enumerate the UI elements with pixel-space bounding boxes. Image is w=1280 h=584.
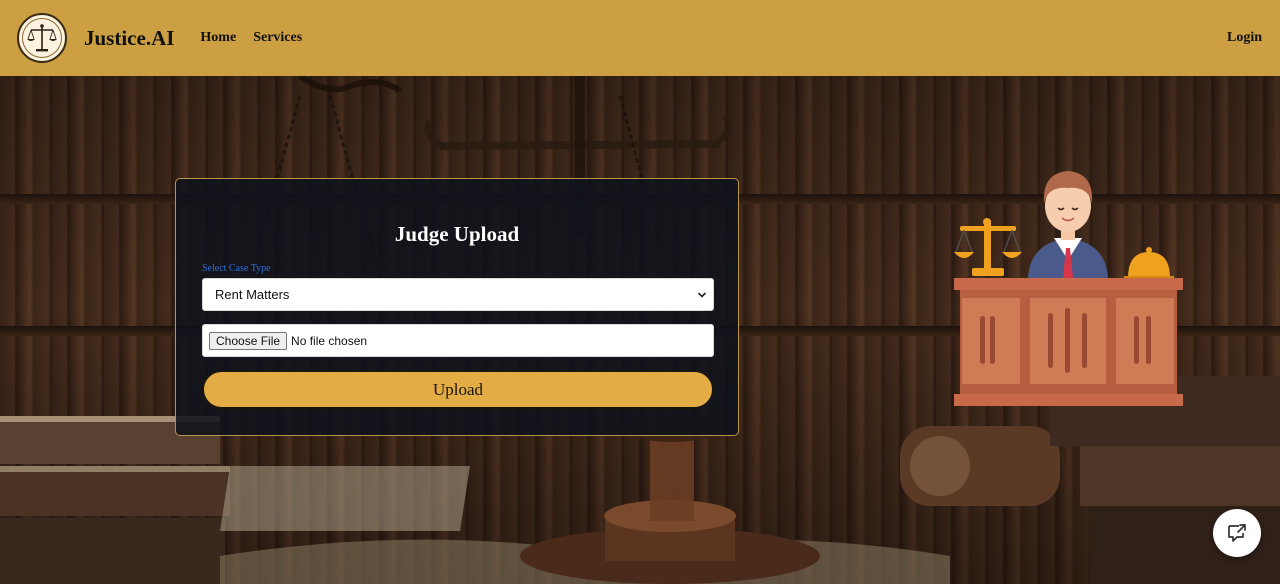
judge-illustration (954, 171, 1183, 406)
scales-icon (954, 218, 1022, 276)
login-link[interactable]: Login (1227, 30, 1262, 46)
case-type-selected-value: Rent Matters (215, 287, 290, 302)
judge-bench (954, 278, 1183, 406)
brand-name[interactable]: Justice.AI (84, 26, 174, 51)
bell-icon (1124, 247, 1174, 280)
chevron-down-icon (697, 291, 707, 298)
navbar: Justice.AI Home Services Login (0, 0, 1280, 76)
choose-file-button[interactable]: Choose File (209, 331, 288, 350)
chat-share-icon (1228, 524, 1246, 542)
upload-button[interactable]: Upload (202, 370, 714, 409)
judge-upload-card: Judge Upload Select Case Type Rent Matte… (175, 178, 739, 436)
chat-share-button[interactable] (1213, 509, 1261, 557)
case-type-select[interactable]: Rent Matters (202, 278, 714, 311)
case-type-label: Select Case Type (202, 263, 271, 274)
nav-link-services[interactable]: Services (253, 30, 302, 46)
nav-links: Home Services (200, 30, 319, 46)
scales-of-justice-icon[interactable] (17, 13, 67, 63)
file-input[interactable]: Choose File No file chosen (202, 324, 714, 357)
nav-link-home[interactable]: Home (200, 30, 236, 46)
card-title: Judge Upload (394, 222, 520, 246)
file-status-text: No file chosen (291, 333, 368, 348)
judge-figure (1028, 171, 1108, 278)
